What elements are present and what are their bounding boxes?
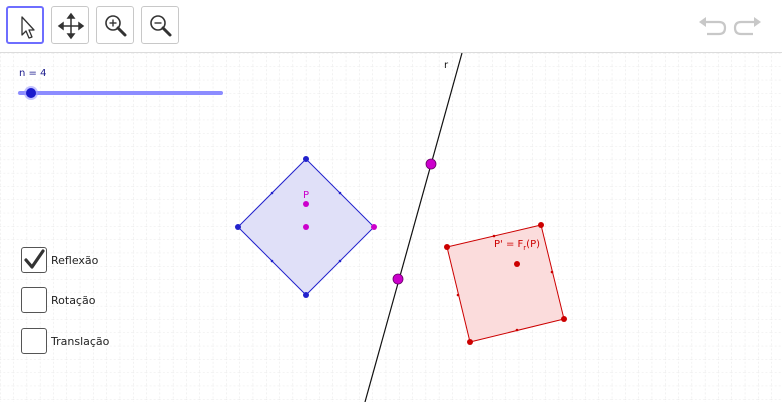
vertex[interactable] (303, 292, 309, 298)
midpoint (456, 293, 460, 297)
midpoint (270, 191, 274, 195)
vertex[interactable] (538, 222, 544, 228)
checkmark-icon (24, 249, 45, 269)
graphics-view[interactable]: r P P' = Fr(P) (0, 53, 782, 402)
center-point[interactable] (303, 224, 309, 230)
midpoint (338, 191, 342, 195)
point-p-image[interactable] (514, 261, 520, 267)
point-p[interactable] (303, 201, 309, 207)
vertex[interactable] (561, 316, 567, 322)
line-point-a[interactable] (425, 158, 437, 170)
move-tool-button[interactable] (6, 6, 44, 44)
midpoint (515, 328, 519, 332)
line-point-b[interactable] (392, 273, 404, 285)
midpoint (550, 270, 554, 274)
point-p-label: P (303, 190, 309, 201)
vertex[interactable] (467, 339, 473, 345)
vertex[interactable] (444, 244, 450, 250)
slider-handle[interactable] (26, 88, 36, 98)
cursor-arrow-icon (21, 16, 35, 39)
midpoint (270, 259, 274, 263)
rotacao-label[interactable]: Rotação (51, 294, 95, 307)
undo-icon[interactable] (697, 14, 727, 38)
redo-icon[interactable] (733, 14, 763, 38)
vertex[interactable] (235, 224, 241, 230)
zoom-out-icon (150, 15, 172, 37)
rotacao-checkbox[interactable] (21, 287, 47, 313)
reflexao-label[interactable]: Reflexão (51, 254, 98, 267)
move-graphics-view-button[interactable] (51, 6, 89, 44)
vertex[interactable] (371, 224, 377, 230)
translacao-label[interactable]: Translação (51, 335, 109, 348)
toolbar (0, 0, 782, 53)
vertex[interactable] (303, 156, 309, 162)
midpoint (492, 234, 496, 238)
zoom-in-icon (105, 15, 127, 37)
zoom-in-button[interactable] (96, 6, 134, 44)
translacao-checkbox[interactable] (21, 328, 47, 354)
zoom-out-button[interactable] (141, 6, 179, 44)
reflexao-checkbox[interactable] (21, 247, 47, 273)
move-arrows-icon (57, 12, 85, 40)
midpoint (338, 259, 342, 263)
grid (0, 53, 782, 402)
slider-label: n = 4 (19, 68, 47, 79)
